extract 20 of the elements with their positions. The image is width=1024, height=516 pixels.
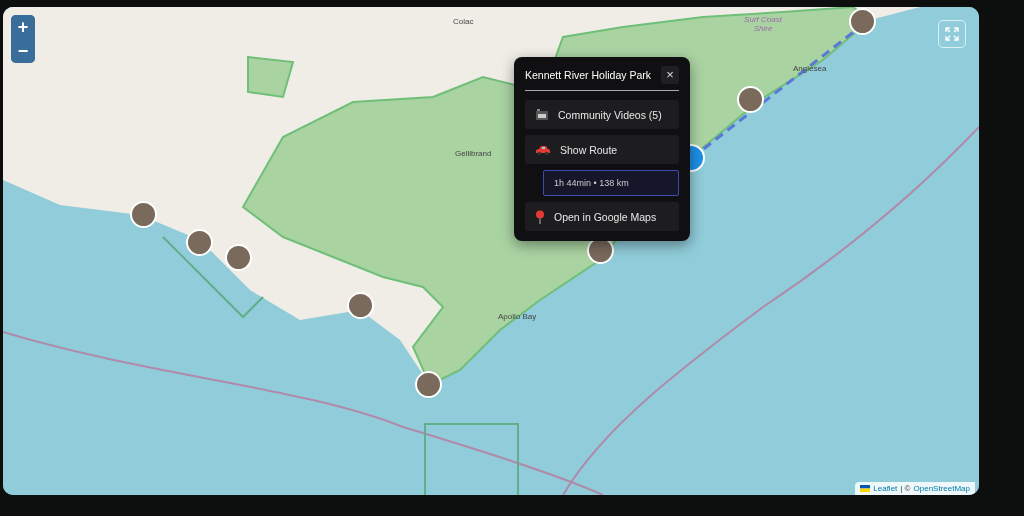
map-label: Surf Coast Shire — [743, 15, 783, 33]
popup-action-button[interactable]: Open in Google Maps — [525, 202, 679, 231]
popup-action-button[interactable]: Community Videos (5) — [525, 100, 679, 129]
popup-title: Kennett River Holiday Park — [525, 69, 652, 81]
attribution-text: | © — [900, 484, 911, 493]
openstreetmap-link[interactable]: OpenStreetMap — [913, 484, 970, 493]
pin-icon — [535, 209, 545, 224]
leaflet-link[interactable]: Leaflet — [873, 484, 898, 493]
flag-icon — [860, 485, 871, 492]
video-cassette-icon — [535, 107, 549, 122]
car-icon — [535, 143, 551, 156]
map-label: Anglesea — [793, 64, 827, 73]
map-label: Apollo Bay — [498, 312, 537, 321]
route-summary: 1h 44min • 138 km — [543, 170, 679, 196]
expand-icon — [945, 27, 959, 41]
map-label: Colac — [453, 17, 474, 26]
close-button[interactable]: × — [661, 66, 679, 84]
map-label: Gellibrand — [455, 149, 492, 158]
map-view[interactable]: Colac Gellibrand Apollo Bay Anglesea Surf Coast Shire + − Kennett River Holiday Park × Community Videos (5) Show Route 1h 44min • 138 km Open in Google Maps Leaflet | © OpenStreetMap — [3, 7, 979, 495]
popup-action-button[interactable]: Show Route — [525, 135, 679, 164]
